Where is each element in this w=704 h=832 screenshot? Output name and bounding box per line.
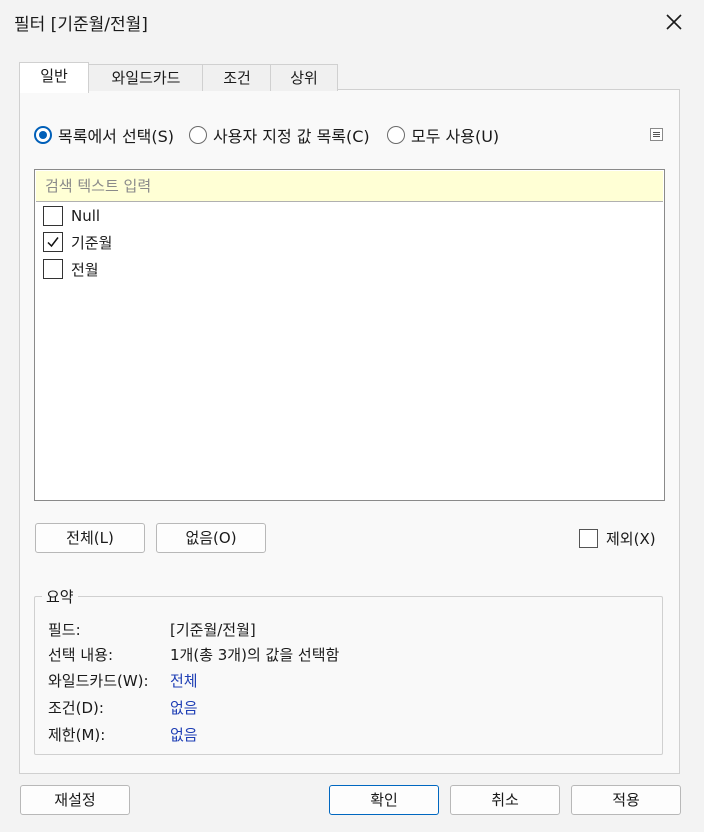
list-menu-icon[interactable]	[650, 128, 663, 141]
value-list[interactable]: Null 기준월 전월	[34, 169, 665, 501]
exclude-label: 제외(X)	[606, 530, 656, 548]
radio-select-from-list[interactable]: 목록에서 선택(S)	[34, 124, 174, 146]
summary-title: 요약	[42, 586, 78, 607]
apply-button[interactable]: 적용	[571, 785, 681, 815]
summary-limit-label: 제한(M):	[48, 726, 106, 744]
checkbox[interactable]	[43, 259, 63, 279]
radio-custom-value-list[interactable]: 사용자 지정 값 목록(C)	[189, 124, 370, 146]
summary-field-label: 필드:	[48, 621, 81, 639]
summary-selection-label: 선택 내용:	[48, 646, 114, 664]
select-none-button[interactable]: 없음(O)	[156, 523, 266, 553]
list-item-label: 전월	[71, 260, 99, 279]
summary-condition-link[interactable]: 없음	[170, 697, 198, 719]
list-item-base-month[interactable]: 기준월	[43, 230, 112, 254]
tab-condition[interactable]: 조건	[202, 64, 272, 91]
radio-label: 모두 사용(U)	[411, 127, 500, 146]
list-item-prev-month[interactable]: 전월	[43, 257, 99, 281]
reset-button[interactable]: 재설정	[20, 785, 130, 815]
select-all-button[interactable]: 전체(L)	[35, 523, 145, 553]
checkmark-icon	[47, 237, 59, 248]
radio-indicator[interactable]	[34, 126, 52, 144]
list-item-label: 기준월	[71, 233, 113, 252]
list-item-label: Null	[71, 207, 101, 225]
summary-selection-value: 1개(총 3개)의 값을 선택함	[170, 646, 340, 664]
exclude-checkbox[interactable]: 제외(X)	[579, 528, 656, 549]
search-input[interactable]	[36, 171, 663, 202]
radio-indicator[interactable]	[189, 126, 207, 144]
ok-button[interactable]: 확인	[329, 785, 439, 815]
checkbox[interactable]	[579, 529, 598, 548]
checkbox[interactable]	[43, 206, 63, 226]
summary-condition-label: 조건(D):	[48, 699, 104, 717]
radio-indicator[interactable]	[387, 126, 405, 144]
tab-general[interactable]: 일반	[19, 62, 89, 93]
checkbox[interactable]	[43, 232, 63, 252]
close-button[interactable]	[662, 10, 686, 34]
cancel-button[interactable]: 취소	[450, 785, 560, 815]
summary-wildcard-label: 와일드카드(W):	[48, 672, 149, 690]
radio-label: 사용자 지정 값 목록(C)	[213, 127, 370, 146]
summary-field-value: [기준월/전월]	[170, 621, 256, 639]
list-item-null[interactable]: Null	[43, 204, 100, 228]
tab-wildcard[interactable]: 와일드카드	[88, 64, 204, 91]
radio-use-all[interactable]: 모두 사용(U)	[387, 124, 499, 146]
summary-wildcard-link[interactable]: 전체	[170, 670, 198, 692]
radio-label: 목록에서 선택(S)	[58, 127, 175, 146]
close-icon	[666, 14, 682, 30]
window-title: 필터 [기준월/전월]	[14, 15, 148, 35]
summary-limit-link[interactable]: 없음	[170, 724, 198, 746]
tab-top[interactable]: 상위	[270, 64, 338, 91]
